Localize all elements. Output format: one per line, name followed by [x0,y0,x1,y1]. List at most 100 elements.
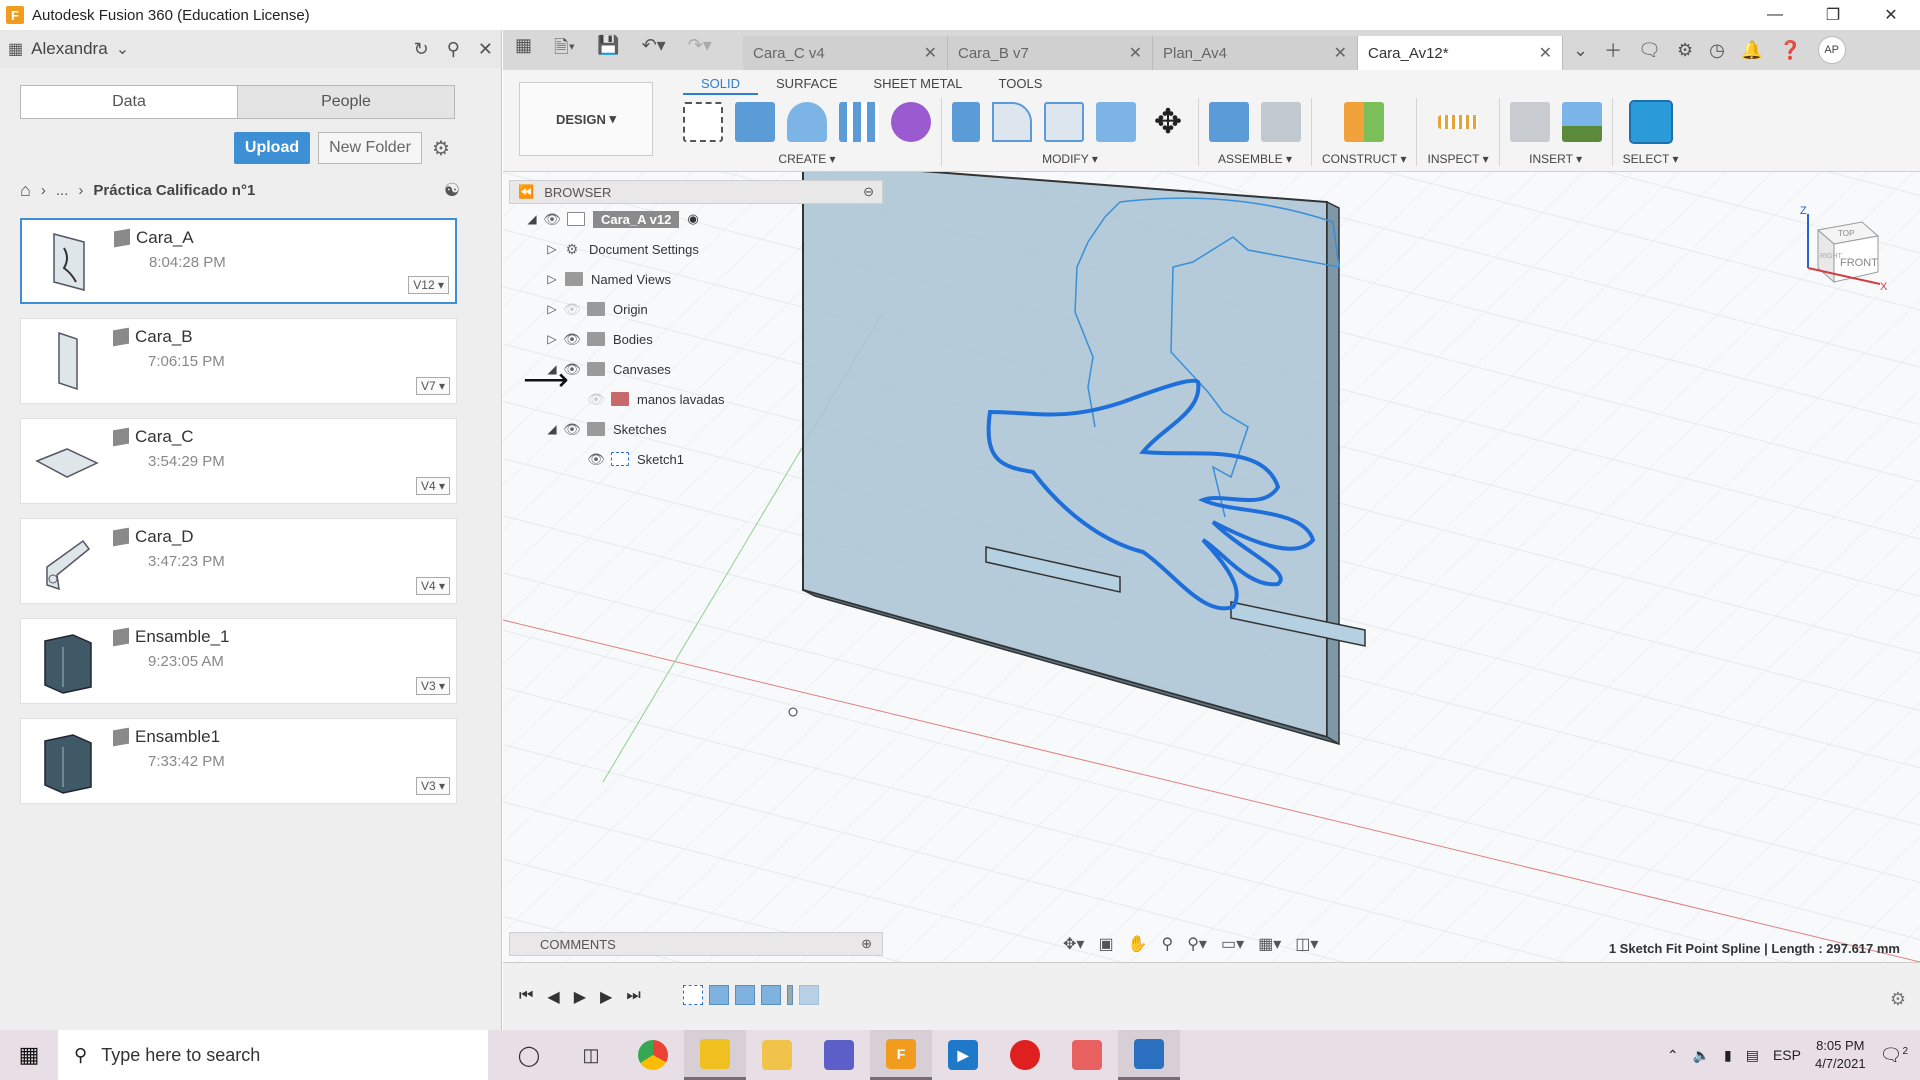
add-comment-icon[interactable]: ⊕ [861,936,872,952]
go-to-end-icon[interactable]: ⏭ [626,987,640,1007]
file-card-cara-d[interactable]: Cara_D 3:47:23 PM V4 ▾ [20,518,457,604]
select-menu[interactable]: SELECT ▾ [1623,152,1679,166]
battery-icon[interactable]: ▮ [1724,1047,1732,1064]
workspace-switcher[interactable]: DESIGN ▾ [519,82,653,156]
close-tab-icon[interactable]: ✕ [924,43,937,63]
display-settings-icon[interactable]: ▭▾ [1221,934,1244,954]
visibility-eye-icon[interactable]: 👁 [561,421,583,438]
doc-tab-plan-a[interactable]: Plan_Av4 ✕ [1153,36,1358,70]
canvas-viewport[interactable]: ⏪ BROWSER ⊖ ◢ 👁 Cara_A v12 ◉ ▷ ⚙ Documen… [503,172,1920,962]
photos-app-icon[interactable] [1118,1030,1180,1080]
doc-tab-cara-a[interactable]: Cara_Av12* ✕ [1358,36,1563,70]
search-icon[interactable]: ⚲ [447,39,460,60]
comments-panel[interactable]: COMMENTS ⊕ [509,932,883,956]
activate-radio-icon[interactable]: ◉ [687,211,698,227]
step-back-icon[interactable]: ◀ [547,987,559,1007]
timeline-settings-gear-icon[interactable]: ⚙ [1890,989,1906,1010]
windows-start-icon[interactable]: ▦ [0,1042,58,1068]
notification-center-icon[interactable]: 🗨2 [1880,1045,1908,1066]
insert-canvas-icon[interactable] [1561,102,1602,142]
assemble-menu[interactable]: ASSEMBLE ▾ [1218,152,1292,166]
pattern-icon[interactable] [839,102,879,142]
volume-icon[interactable]: 🔈 [1693,1047,1710,1064]
create-menu[interactable]: CREATE ▾ [778,152,835,166]
task-view-icon[interactable]: ◫ [560,1030,622,1080]
extrude-icon[interactable] [735,102,775,142]
chevron-down-icon[interactable]: ⌄ [116,39,129,59]
collapsed-triangle-icon[interactable]: ▷ [543,272,561,286]
notifications-bell-icon[interactable]: 🔔 [1741,40,1763,61]
team-icon[interactable]: ▦ [8,39,23,59]
select-icon[interactable] [1628,100,1673,144]
undo-icon[interactable]: ↶▾ [642,35,666,65]
viewports-icon[interactable]: ◫▾ [1295,934,1318,954]
collapsed-triangle-icon[interactable]: ▷ [543,302,561,316]
version-dropdown[interactable]: V7 ▾ [415,377,450,395]
visibility-eye-icon[interactable]: 👁 [561,301,583,318]
measure-icon[interactable] [1438,115,1479,129]
collapsed-triangle-icon[interactable]: ▷ [543,242,561,256]
expanded-triangle-icon[interactable]: ◢ [543,422,561,436]
tab-solid[interactable]: SOLID [683,74,759,95]
play-icon[interactable]: ▶ [574,987,586,1007]
red-app-icon[interactable] [994,1030,1056,1080]
teams-app-icon[interactable] [808,1030,870,1080]
timeline-sketch-feature[interactable] [683,985,703,1005]
create-sketch-icon[interactable] [683,102,723,142]
tab-surface[interactable]: SURFACE [758,74,855,95]
language-indicator[interactable]: ESP [1773,1047,1801,1063]
version-dropdown[interactable]: V3 ▾ [415,777,450,795]
file-card-ensamble-1[interactable]: Ensamble_1 9:23:05 AM V3 ▾ [20,618,457,704]
expanded-triangle-icon[interactable]: ◢ [523,212,541,226]
timeline-extrude-feature[interactable] [735,985,755,1005]
job-status-icon[interactable]: ◷ [1709,40,1725,61]
grid-menu-icon[interactable]: ▦ [515,35,532,65]
doc-tab-cara-c[interactable]: Cara_C v4 ✕ [743,36,948,70]
look-at-icon[interactable]: ▣ [1098,934,1113,954]
joint-icon[interactable] [1261,102,1301,142]
version-dropdown[interactable]: V4 ▾ [415,577,450,595]
visibility-eye-icon[interactable]: 👁 [561,331,583,348]
file-explorer-app-icon[interactable] [746,1030,808,1080]
cortana-icon[interactable]: ◯ [498,1030,560,1080]
tree-item-bodies[interactable]: ▷ 👁 Bodies [509,324,883,354]
timeline-extrude-feature[interactable] [761,985,781,1005]
tree-item-named-views[interactable]: ▷ Named Views [509,264,883,294]
construct-menu[interactable]: CONSTRUCT ▾ [1322,152,1406,166]
upload-button[interactable]: Upload [234,132,310,164]
fit-window-icon[interactable]: ⚲▾ [1187,934,1207,954]
network-icon[interactable]: ▤ [1746,1047,1759,1064]
close-button[interactable]: ✕ [1862,0,1920,30]
snipping-tool-app-icon[interactable] [1056,1030,1118,1080]
video-app-icon[interactable]: ▶ [932,1030,994,1080]
help-icon[interactable]: ❓ [1779,40,1801,61]
orbit-icon[interactable]: ✥▾ [1063,934,1084,954]
version-dropdown[interactable]: V3 ▾ [415,677,450,695]
save-icon[interactable]: 💾 [597,35,619,65]
sticky-notes-app-icon[interactable] [684,1030,746,1080]
doc-tab-cara-b[interactable]: Cara_B v7 ✕ [948,36,1153,70]
new-component-icon[interactable] [1209,102,1249,142]
file-card-cara-b[interactable]: Cara_B 7:06:15 PM V7 ▾ [20,318,457,404]
chamfer-icon[interactable] [1044,102,1084,142]
redo-icon[interactable]: ↷▾ [688,35,712,65]
viewcube[interactable]: TOP FRONT RIGHT Z X [1790,202,1890,293]
new-folder-button[interactable]: New Folder [318,132,422,164]
home-icon[interactable]: ⌂ [20,180,31,201]
insert-derive-icon[interactable] [1509,102,1550,142]
settings-gear-icon[interactable]: ⚙ [432,136,450,161]
tab-people[interactable]: People [238,86,454,118]
zoom-icon[interactable]: ⚲ [1161,934,1173,954]
chrome-app-icon[interactable] [622,1030,684,1080]
minimize-button[interactable]: — [1746,0,1804,30]
pan-hand-icon[interactable]: ✋ [1128,934,1148,954]
collapse-browser-icon[interactable]: ⏪ [518,184,534,200]
file-card-cara-a[interactable]: Cara_A 8:04:28 PM V12 ▾ [20,218,457,304]
close-tab-icon[interactable]: ✕ [1539,43,1552,63]
step-forward-icon[interactable]: ▶ [600,987,612,1007]
visibility-eye-icon[interactable]: 👁 [541,211,563,228]
refresh-icon[interactable]: ↻ [414,39,429,60]
minimize-browser-icon[interactable]: ⊖ [863,184,874,200]
tree-root[interactable]: ◢ 👁 Cara_A v12 ◉ [509,204,883,234]
tray-chevron-up-icon[interactable]: ⌃ [1667,1047,1679,1064]
